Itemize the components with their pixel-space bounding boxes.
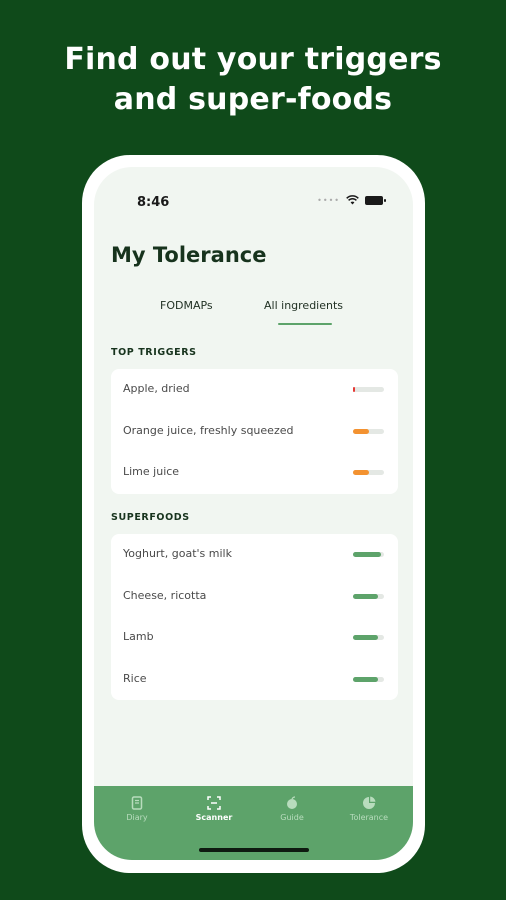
tolerance-bar-fill <box>353 552 381 557</box>
tolerance-bar-fill <box>353 593 378 599</box>
tab-bar: FODMAPs All ingredients <box>94 289 413 325</box>
headline: Find out your triggers and super-foods <box>0 40 506 120</box>
nav-guide[interactable]: Guide <box>257 796 327 822</box>
ingredient-name: Lime juice <box>123 465 180 478</box>
top-triggers-list: Apple, dried Orange juice, freshly squeez… <box>111 369 398 494</box>
list-item[interactable]: Lime juice <box>111 452 398 494</box>
tolerance-bar-fill <box>353 676 378 682</box>
tolerance-bar <box>353 387 384 392</box>
nav-diary-label: Diary <box>126 813 148 822</box>
headline-line-2: and super-foods <box>113 82 393 117</box>
nav-scanner-label: Scanner <box>195 813 233 822</box>
apple-icon <box>287 796 297 809</box>
tolerance-bar <box>353 428 384 434</box>
tolerance-bar-fill <box>353 387 355 392</box>
ingredient-name: Rice <box>123 671 147 685</box>
tolerance-bar-fill <box>353 635 378 640</box>
ingredient-name: Lamb <box>123 630 154 643</box>
scanner-icon <box>207 796 221 810</box>
tolerance-bar-fill <box>353 428 369 434</box>
ingredient-name: Orange juice, freshly squeezed <box>123 423 294 437</box>
diary-icon <box>131 796 143 810</box>
ingredient-name: Apple, dried <box>123 382 190 395</box>
app-screen: 8:46 •••• My Tolerance FODMAPs All ingre… <box>94 167 413 860</box>
superfoods-list: Yoghurt, goat's milk Cheese, ricotta Lamb R… <box>111 534 398 700</box>
tolerance-bar <box>353 593 384 599</box>
nav-tolerance[interactable]: Tolerance <box>334 796 404 822</box>
phone-frame: 8:46 •••• My Tolerance FODMAPs All ingre… <box>82 155 425 873</box>
tolerance-bar <box>353 470 384 475</box>
page-title: My Tolerance <box>111 243 267 267</box>
superfoods-heading: SUPERFOODS <box>111 512 190 523</box>
tab-all-ingredients[interactable]: All ingredients <box>264 299 343 312</box>
signal-icon: •••• <box>317 195 340 205</box>
list-item[interactable]: Orange juice, freshly squeezed <box>111 411 398 453</box>
nav-scanner[interactable]: Scanner <box>179 796 249 822</box>
nav-diary[interactable]: Diary <box>102 796 172 822</box>
tolerance-bar <box>353 635 384 640</box>
ingredient-name: Cheese, ricotta <box>123 588 207 602</box>
battery-icon <box>365 195 386 205</box>
ingredient-name: Yoghurt, goat's milk <box>123 547 232 560</box>
tab-fodmaps[interactable]: FODMAPs <box>160 299 213 312</box>
tolerance-bar <box>353 676 384 682</box>
list-item[interactable]: Apple, dried <box>111 369 398 411</box>
list-item[interactable]: Cheese, ricotta <box>111 576 398 618</box>
tolerance-bar-fill <box>353 470 369 475</box>
wifi-icon <box>346 195 359 205</box>
top-triggers-heading: TOP TRIGGERS <box>111 347 197 358</box>
list-item[interactable]: Yoghurt, goat's milk <box>111 534 398 576</box>
nav-guide-label: Guide <box>280 813 304 822</box>
pie-chart-icon <box>363 796 376 809</box>
list-item[interactable]: Rice <box>111 659 398 701</box>
list-item[interactable]: Lamb <box>111 617 398 659</box>
home-indicator <box>199 848 309 852</box>
tolerance-bar <box>353 552 384 557</box>
status-time: 8:46 <box>137 195 170 210</box>
nav-tolerance-label: Tolerance <box>349 813 389 822</box>
status-icons: •••• <box>317 195 386 205</box>
active-tab-indicator <box>278 323 332 325</box>
headline-line-1: Find out your triggers <box>64 42 442 77</box>
